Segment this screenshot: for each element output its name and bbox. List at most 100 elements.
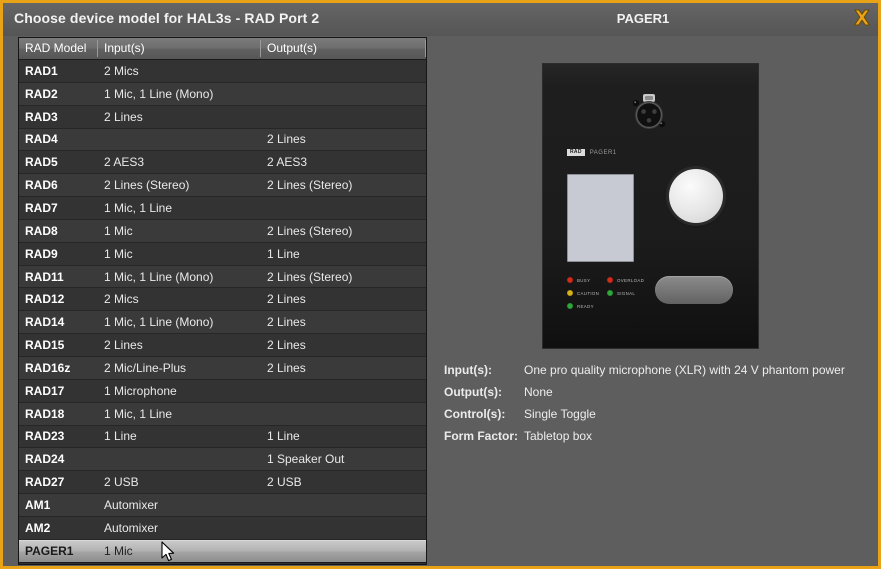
led-indicator-icon (567, 290, 573, 296)
cell-outputs: 1 Line (267, 246, 300, 261)
cell-model: RAD24 (25, 452, 65, 467)
cell-outputs: 2 Lines (267, 292, 306, 307)
table-row[interactable]: RAD11 1 Mic, 1 Line (Mono) 2 Lines (Stereo… (19, 265, 426, 289)
cell-model: RAD6 (25, 178, 58, 193)
spec-value: Tabletop box (524, 429, 593, 443)
cell-model: RAD15 (25, 338, 65, 353)
cell-model: RAD7 (25, 200, 58, 215)
cell-model: RAD23 (25, 429, 65, 444)
cell-model: RAD1 (25, 63, 58, 78)
cell-inputs: 2 Mics (104, 292, 139, 307)
table-row[interactable]: RAD27 2 USB 2 USB (19, 471, 426, 495)
cell-inputs: 2 AES3 (104, 155, 145, 170)
cell-outputs: 2 USB (267, 475, 302, 490)
cell-inputs: 2 Mic/Line-Plus (104, 360, 187, 375)
spec-row: Output(s): None (444, 385, 874, 407)
cell-model: RAD27 (25, 475, 65, 490)
led-indicator-icon (567, 277, 573, 283)
led-item: OVERLOAD (607, 276, 644, 284)
spec-label: Input(s): (444, 363, 492, 377)
cell-inputs: 1 Mic, 1 Line (Mono) (104, 269, 214, 284)
led-indicator-icon (607, 277, 613, 283)
cell-outputs: 2 Lines (267, 315, 306, 330)
table-row[interactable]: RAD1 2 Mics (19, 60, 426, 83)
table-body: RAD1 2 Mics RAD2 1 Mic, 1 Line (Mono) RAD3 2 … (19, 60, 426, 563)
table-row[interactable]: AM1 Automixer (19, 494, 426, 517)
cell-inputs: 2 Lines (Stereo) (104, 178, 190, 193)
spec-label: Form Factor: (444, 429, 519, 443)
cell-model: RAD12 (25, 292, 65, 307)
table-row[interactable]: RAD4 2 Lines (19, 128, 426, 152)
cell-inputs: 1 Mic (104, 223, 133, 238)
device-illustration: RAD PAGER1 BUSY CAUTION READY OVERLOAD SIGN… (543, 64, 758, 348)
device-brand-row: RAD PAGER1 (567, 149, 617, 156)
dialog-header: Choose device model for HAL3s - RAD Port… (3, 3, 878, 36)
spec-row: Form Factor: Tabletop box (444, 429, 874, 451)
cell-inputs: Automixer (104, 497, 159, 512)
led-item: BUSY (567, 276, 599, 284)
cell-inputs: 1 Microphone (104, 383, 177, 398)
table-row[interactable]: RAD6 2 Lines (Stereo) 2 Lines (Stereo) (19, 174, 426, 198)
rad-logo: RAD (567, 149, 585, 156)
page-title: Choose device model for HAL3s - RAD Port… (14, 10, 320, 26)
cell-inputs: 1 Mic (104, 544, 133, 559)
table-row[interactable]: RAD17 1 Microphone (19, 379, 426, 403)
table-row[interactable]: RAD9 1 Mic 1 Line (19, 242, 426, 266)
xlr-connector-icon (632, 94, 666, 129)
cell-model: RAD5 (25, 155, 58, 170)
table-row[interactable]: RAD14 1 Mic, 1 Line (Mono) 2 Lines (19, 311, 426, 335)
device-spec-list: Input(s): One pro quality microphone (XLR… (444, 363, 874, 451)
led-label: CAUTION (577, 290, 600, 296)
table-row[interactable]: AM2 Automixer (19, 516, 426, 540)
cell-inputs: 1 Mic, 1 Line (Mono) (104, 315, 214, 330)
device-model-table[interactable]: RAD Model Input(s) Output(s) RAD1 2 Mics R… (18, 37, 427, 565)
table-row[interactable]: RAD2 1 Mic, 1 Line (Mono) (19, 82, 426, 106)
cell-model: RAD11 (25, 269, 64, 284)
table-row[interactable]: RAD15 2 Lines 2 Lines (19, 334, 426, 357)
cell-model: RAD4 (25, 132, 58, 147)
column-header-outputs[interactable]: Output(s) (260, 38, 426, 59)
spec-value: Single Toggle (524, 407, 596, 421)
cell-outputs: 2 Lines (Stereo) (267, 269, 353, 284)
table-header-row: RAD Model Input(s) Output(s) (19, 38, 426, 60)
table-row[interactable]: RAD24 1 Speaker Out (19, 448, 426, 472)
cell-model: RAD2 (25, 86, 58, 101)
table-row[interactable]: RAD18 1 Mic, 1 Line (19, 402, 426, 426)
table-row[interactable]: PAGER1 1 Mic (19, 539, 426, 563)
cell-outputs: 1 Line (267, 429, 300, 444)
table-row[interactable]: RAD3 2 Lines (19, 105, 426, 129)
table-row[interactable]: RAD16z 2 Mic/Line-Plus 2 Lines (19, 356, 426, 380)
cell-outputs: 2 Lines (Stereo) (267, 223, 353, 238)
cell-inputs: 1 Mic (104, 246, 133, 261)
cell-inputs: 2 Lines (104, 109, 143, 124)
led-indicator-icon (567, 303, 573, 309)
spec-label: Control(s): (444, 407, 506, 421)
table-row[interactable]: RAD7 1 Mic, 1 Line (19, 197, 426, 220)
led-item: READY (567, 302, 599, 310)
cell-model: RAD17 (25, 383, 65, 398)
column-header-inputs[interactable]: Input(s) (97, 38, 261, 59)
device-toggle-bar (655, 276, 733, 304)
cell-inputs: 1 Mic, 1 Line (104, 200, 173, 215)
cell-model: RAD14 (25, 315, 65, 330)
selected-device-title: PAGER1 (616, 11, 670, 26)
device-display-panel (567, 174, 634, 262)
led-label: READY (577, 303, 594, 309)
led-item: CAUTION (567, 289, 599, 297)
cell-outputs: 2 Lines (267, 338, 306, 353)
cell-inputs: 1 Line (104, 429, 137, 444)
table-row[interactable]: RAD12 2 Mics 2 Lines (19, 288, 426, 312)
cell-outputs: 2 Lines (267, 132, 306, 147)
led-label: OVERLOAD (617, 277, 645, 283)
cell-inputs: 2 Lines (104, 338, 143, 353)
table-row[interactable]: RAD5 2 AES3 2 AES3 (19, 151, 426, 175)
device-talk-button (669, 169, 723, 223)
cell-model: RAD18 (25, 406, 65, 421)
table-row[interactable]: RAD8 1 Mic 2 Lines (Stereo) (19, 219, 426, 243)
cell-inputs: 1 Mic, 1 Line (104, 406, 173, 421)
led-group-left: BUSY CAUTION READY (567, 276, 599, 310)
column-header-rad-model[interactable]: RAD Model (19, 38, 98, 59)
table-row[interactable]: RAD23 1 Line 1 Line (19, 425, 426, 449)
cell-inputs: 1 Mic, 1 Line (Mono) (104, 86, 214, 101)
close-button[interactable] (850, 6, 874, 30)
